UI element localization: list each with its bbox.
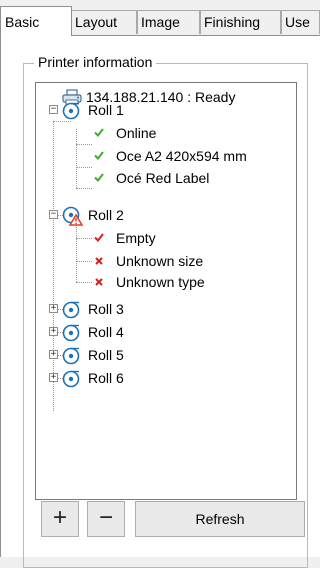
tree-item-roll-4[interactable]: Roll 4 xyxy=(62,321,182,343)
check-icon xyxy=(94,233,104,242)
tree-item-roll-1-media-type[interactable]: Océ Red Label xyxy=(94,167,284,189)
roll2-collapse-button[interactable]: − xyxy=(49,210,58,219)
roll-6-label: Roll 6 xyxy=(88,370,124,386)
tree-line xyxy=(76,282,92,283)
tree-item-roll-2-unknown-type[interactable]: Unknown type xyxy=(94,271,284,293)
tree-line xyxy=(76,167,92,168)
roll2-children-line xyxy=(76,223,77,282)
roll-1-online-label: Online xyxy=(116,125,157,141)
tree-item-roll-2[interactable]: Roll 2 xyxy=(62,204,182,226)
roll-icon xyxy=(62,370,80,388)
roll-4-label: Roll 4 xyxy=(88,324,124,340)
add-button[interactable]: + xyxy=(41,501,79,537)
roll-2-unknown-size-label: Unknown size xyxy=(116,253,204,269)
tree-line xyxy=(76,238,92,239)
tree-root-line xyxy=(53,121,54,411)
tab-basic[interactable]: Basic xyxy=(0,6,72,36)
tree-item-roll-6[interactable]: Roll 6 xyxy=(62,367,182,389)
tree-item-roll-5[interactable]: Roll 5 xyxy=(62,344,182,366)
tree-item-roll-1[interactable]: Roll 1 xyxy=(62,99,182,121)
roll-3-label: Roll 3 xyxy=(88,301,124,317)
roll-icon xyxy=(62,102,80,120)
roll-icon xyxy=(62,347,80,365)
roll5-expand-button[interactable]: + xyxy=(49,350,58,359)
basic-tab-panel: Printer information 134.188.21.140 : Rea… xyxy=(0,35,320,568)
roll-icon xyxy=(62,301,80,319)
tree-line xyxy=(76,188,92,189)
cross-icon xyxy=(95,278,103,286)
tree-line xyxy=(76,261,92,262)
roll-icon xyxy=(62,324,80,342)
remove-button[interactable]: − xyxy=(87,501,125,537)
roll-1-media-size-label: Oce A2 420x594 mm xyxy=(116,148,247,164)
roll-2-unknown-type-label: Unknown type xyxy=(116,274,205,290)
roll4-expand-button[interactable]: + xyxy=(49,327,58,336)
printer-information-title: Printer information xyxy=(34,53,157,71)
tree-item-roll-1-media-size[interactable]: Oce A2 420x594 mm xyxy=(94,145,284,167)
tab-layout[interactable]: Layout xyxy=(71,10,137,34)
roll-2-empty-label: Empty xyxy=(116,230,156,246)
tab-image[interactable]: Image xyxy=(137,10,200,34)
roll-2-label: Roll 2 xyxy=(88,207,124,223)
tree-item-roll-1-online[interactable]: Online xyxy=(94,122,284,144)
cross-icon xyxy=(95,257,103,265)
tab-use[interactable]: Use xyxy=(281,10,320,34)
check-icon xyxy=(94,173,104,182)
roll1-children-line xyxy=(76,129,77,188)
tab-finishing[interactable]: Finishing xyxy=(200,10,281,34)
roll-5-label: Roll 5 xyxy=(88,347,124,363)
roll6-expand-button[interactable]: + xyxy=(49,373,58,382)
roll3-expand-button[interactable]: + xyxy=(49,304,58,313)
check-icon xyxy=(94,128,104,137)
tab-strip: Layout Image Finishing Use Basic xyxy=(0,0,320,36)
tree-item-roll-3[interactable]: Roll 3 xyxy=(62,298,182,320)
roll-warning-icon xyxy=(62,206,84,226)
refresh-button[interactable]: Refresh xyxy=(135,501,305,537)
tree-item-roll-2-unknown-size[interactable]: Unknown size xyxy=(94,250,284,272)
check-icon xyxy=(94,151,104,160)
tree-line xyxy=(53,121,71,122)
tree-line xyxy=(76,144,92,145)
roll-1-label: Roll 1 xyxy=(88,102,124,118)
roll1-collapse-button[interactable]: − xyxy=(49,105,58,114)
tree-item-roll-2-empty[interactable]: Empty xyxy=(94,227,284,249)
printer-tree[interactable]: 134.188.21.140 : Ready − Roll 1 Online O… xyxy=(35,82,297,500)
roll-1-media-type-label: Océ Red Label xyxy=(116,170,210,186)
